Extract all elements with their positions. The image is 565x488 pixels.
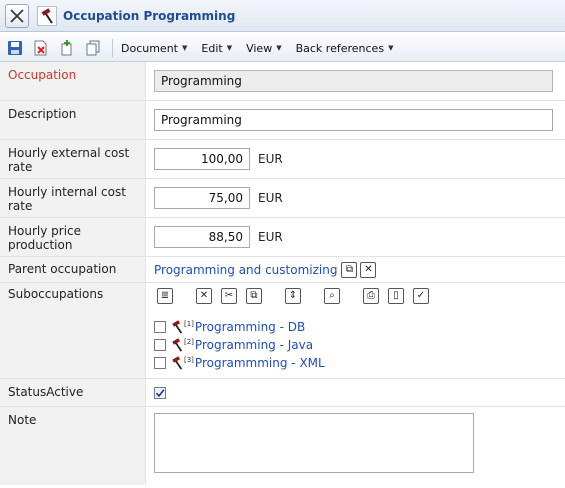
ext-rate-field[interactable]: 100,00	[154, 148, 250, 170]
row-parent: Parent occupation Programming and custom…	[0, 257, 565, 283]
row-status: StatusActive	[0, 379, 565, 407]
int-rate-field[interactable]: 75,00	[154, 187, 250, 209]
menu-back-references[interactable]: Back references ▼	[296, 42, 394, 55]
occupation-label: Occupation	[0, 62, 146, 100]
status-active-checkbox[interactable]	[154, 386, 166, 399]
price-prod-label: Hourly price production	[0, 218, 146, 256]
item-index: [2]	[184, 338, 194, 346]
occupation-form: Occupation Programming Description Progr…	[0, 62, 565, 485]
open-parent-button[interactable]: ⧉	[341, 261, 358, 278]
occupation-field: Programming	[154, 70, 553, 92]
search-icon: ⌕	[329, 290, 335, 301]
copy-button[interactable]	[82, 38, 103, 59]
close-icon: ✕	[364, 263, 373, 275]
document-button[interactable]: ▯	[388, 288, 404, 304]
parent-occupation-link[interactable]: Programming and customizing	[154, 263, 337, 277]
status-label: StatusActive	[0, 379, 146, 406]
row-int-rate: Hourly internal cost rate 75,00 EUR	[0, 179, 565, 218]
menu-document[interactable]: Document ▼	[121, 42, 187, 55]
caret-down-icon: ▼	[226, 44, 233, 52]
item-checkbox[interactable]	[154, 339, 166, 351]
title-bar: Occupation Programming	[0, 0, 565, 32]
parent-label: Parent occupation	[0, 257, 146, 282]
sort-icon: ⇕	[288, 290, 298, 301]
hammer-icon	[37, 5, 57, 26]
window-title: Occupation Programming	[63, 8, 236, 23]
caret-down-icon: ▼	[388, 44, 394, 52]
suboccupation-link[interactable]: Programmming - XML	[195, 356, 325, 370]
item-index: [1]	[184, 320, 194, 328]
checkmark-icon	[155, 388, 165, 397]
close-icon: ✕	[199, 290, 209, 301]
hammer-icon	[172, 356, 183, 370]
description-label: Description	[0, 101, 146, 139]
menu-label: View	[246, 41, 273, 55]
list-item: [1] Programming - DB	[154, 318, 305, 336]
list-item: [2] Programming - Java	[154, 336, 313, 354]
price-prod-field[interactable]: 88,50	[154, 226, 250, 248]
document-icon: ▯	[393, 290, 399, 301]
search-button[interactable]: ⌕	[324, 288, 340, 304]
copy-icon	[86, 40, 99, 56]
caret-down-icon: ▼	[276, 44, 282, 52]
close-icon	[10, 8, 24, 23]
cut-button[interactable]: ✂	[221, 288, 237, 304]
select-all-button[interactable]: ≣	[157, 288, 173, 304]
note-textarea[interactable]	[154, 413, 474, 473]
item-checkbox[interactable]	[154, 357, 166, 369]
close-button[interactable]	[5, 3, 29, 28]
copy-button[interactable]: ⧉	[246, 288, 262, 304]
currency-unit: EUR	[258, 191, 283, 205]
suboccupations-toolbar: ≣ ✕ ✂ ⧉ ⇕ ⌕ ⎙ ▯ ✓	[154, 288, 429, 304]
checkmark-icon: ✓	[416, 290, 426, 301]
menu-view[interactable]: View ▼	[246, 42, 282, 55]
description-field[interactable]: Programming	[154, 109, 553, 131]
suboccupation-link[interactable]: Programming - Java	[195, 338, 313, 352]
hammer-icon	[172, 320, 183, 334]
copy-icon: ⧉	[345, 263, 354, 275]
row-suboccupations: Suboccupations ≣ ✕ ✂ ⧉ ⇕ ⌕ ⎙ ▯ ✓ [1] Pro…	[0, 283, 565, 379]
confirm-button[interactable]: ✓	[413, 288, 429, 304]
suboccupation-link[interactable]: Programming - DB	[195, 320, 305, 334]
currency-unit: EUR	[258, 152, 283, 166]
list-icon: ≣	[160, 290, 170, 301]
clear-parent-button[interactable]: ✕	[360, 261, 377, 278]
ext-rate-label: Hourly external cost rate	[0, 140, 146, 178]
remove-button[interactable]: ✕	[196, 288, 212, 304]
copy-icon: ⧉	[250, 290, 258, 301]
int-rate-label: Hourly internal cost rate	[0, 179, 146, 217]
row-note: Note	[0, 407, 565, 485]
print-icon: ⎙	[367, 290, 375, 301]
print-button[interactable]: ⎙	[363, 288, 379, 304]
currency-unit: EUR	[258, 230, 283, 244]
menu-label: Edit	[201, 41, 223, 55]
row-ext-rate: Hourly external cost rate 100,00 EUR	[0, 140, 565, 179]
scissors-icon: ✂	[224, 290, 234, 301]
sort-button[interactable]: ⇕	[285, 288, 301, 304]
save-icon	[7, 41, 22, 55]
new-document-icon	[61, 40, 71, 56]
row-description: Description Programming	[0, 101, 565, 140]
menu-edit[interactable]: Edit ▼	[201, 42, 232, 55]
note-label: Note	[0, 407, 146, 485]
suboccupations-label: Suboccupations	[0, 283, 146, 378]
delete-button[interactable]	[30, 38, 51, 59]
caret-down-icon: ▼	[182, 44, 188, 52]
hammer-icon	[172, 338, 183, 352]
save-button[interactable]	[4, 38, 25, 59]
menu-label: Document	[121, 41, 178, 55]
new-button[interactable]	[56, 38, 77, 59]
menu-label: Back references	[295, 41, 385, 55]
toolbar: Document ▼ Edit ▼ View ▼ Back references ▼	[0, 35, 565, 62]
item-checkbox[interactable]	[154, 321, 166, 333]
row-price-prod: Hourly price production 88,50 EUR	[0, 218, 565, 257]
row-occupation: Occupation Programming	[0, 62, 565, 101]
item-index: [3]	[184, 356, 194, 364]
toolbar-separator	[112, 39, 113, 57]
delete-document-icon	[34, 40, 46, 56]
list-item: [3] Programmming - XML	[154, 354, 325, 372]
